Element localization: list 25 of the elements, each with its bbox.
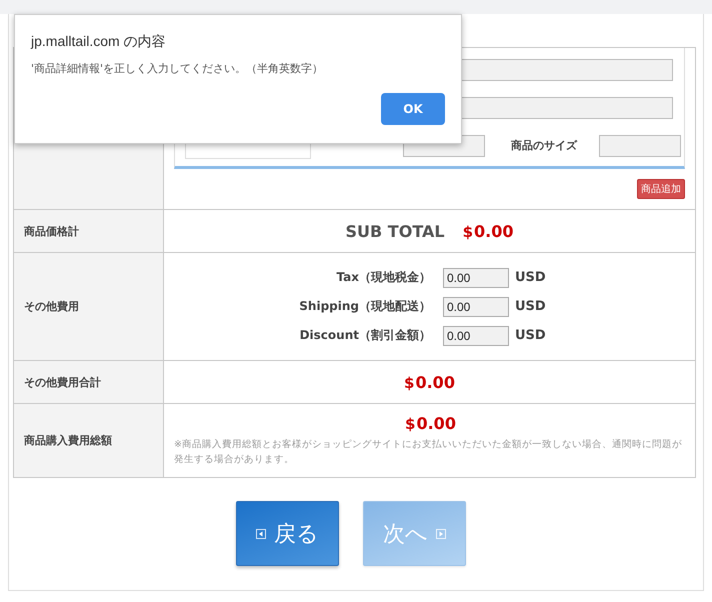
back-button[interactable]: 戻る [236, 501, 339, 566]
input-field[interactable]: 0.00 [443, 296, 509, 316]
currency-unit: USD [515, 299, 547, 314]
row-label: その他費用 [14, 252, 164, 360]
row-label: その他費用合計 [14, 360, 164, 404]
input-field[interactable]: 0.00 [443, 268, 509, 288]
dialog-message: '商品詳細情報'を正しく入力してください。（半角英数字） [31, 61, 324, 76]
row-label: 商品購入費用総額 [14, 404, 164, 478]
dialog-title: jp.malltail.com の内容 [31, 33, 167, 51]
amount: $0.00 [462, 222, 514, 240]
add-product-button[interactable]: 商品追加 [637, 179, 685, 199]
ok-button[interactable]: OK [381, 93, 445, 125]
fee-label: Shipping（現地配送） [299, 298, 431, 315]
note-text: ※商品購入費用総額とお客様がショッピングサイトにお支払いいただいた金額が一致しない場合、通関時に問題が発生する場合があります。 [174, 438, 683, 467]
field-label: 商品のサイズ [511, 138, 578, 153]
subtotal-label: SUB TOTAL [346, 222, 445, 240]
currency-unit: USD [515, 328, 547, 343]
input-field[interactable]: 0.00 [443, 326, 509, 346]
input-field[interactable] [599, 134, 681, 156]
fee-label: Discount（割引金額） [300, 327, 431, 344]
amount: $0.00 [404, 372, 455, 392]
amount: $0.00 [405, 414, 456, 433]
row-label: 商品価格計 [14, 210, 164, 252]
currency-unit: USD [515, 270, 547, 285]
fee-label: Tax（現地税金） [336, 269, 431, 286]
